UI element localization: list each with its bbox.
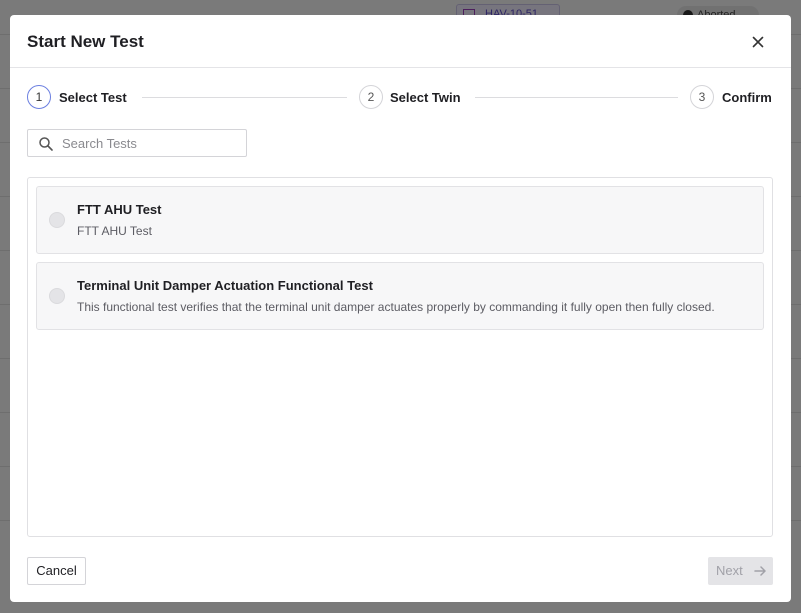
start-new-test-modal: Start New Test 1 Select Test 2 Select Tw… bbox=[10, 15, 791, 602]
test-title: Terminal Unit Damper Actuation Functiona… bbox=[77, 278, 373, 293]
next-button[interactable]: Next bbox=[708, 557, 773, 585]
step-3-number: 3 bbox=[690, 85, 714, 109]
test-title: FTT AHU Test bbox=[77, 202, 162, 217]
step-connector bbox=[475, 97, 678, 98]
search-icon bbox=[39, 137, 53, 151]
modal-header: Start New Test bbox=[10, 15, 791, 68]
step-connector bbox=[142, 97, 347, 98]
test-description: This functional test verifies that the t… bbox=[77, 300, 715, 314]
test-description: FTT AHU Test bbox=[77, 224, 152, 238]
test-radio[interactable] bbox=[49, 288, 65, 304]
test-option-ftt-ahu[interactable]: FTT AHU Test FTT AHU Test bbox=[36, 186, 764, 254]
test-list: FTT AHU Test FTT AHU Test Terminal Unit … bbox=[27, 177, 773, 537]
modal-title: Start New Test bbox=[27, 32, 144, 51]
search-input[interactable] bbox=[62, 133, 240, 153]
step-1-label: Select Test bbox=[59, 90, 127, 105]
cancel-button[interactable]: Cancel bbox=[27, 557, 86, 585]
test-option-terminal-unit-damper[interactable]: Terminal Unit Damper Actuation Functiona… bbox=[36, 262, 764, 330]
next-button-label: Next bbox=[716, 563, 743, 578]
close-button[interactable] bbox=[748, 32, 768, 52]
test-radio[interactable] bbox=[49, 212, 65, 228]
close-icon bbox=[752, 36, 764, 48]
arrow-right-icon bbox=[754, 566, 766, 576]
step-1-number: 1 bbox=[27, 85, 51, 109]
step-2-label: Select Twin bbox=[390, 90, 461, 105]
search-field[interactable] bbox=[27, 129, 247, 157]
step-3-label: Confirm bbox=[722, 90, 772, 105]
step-2-number: 2 bbox=[359, 85, 383, 109]
